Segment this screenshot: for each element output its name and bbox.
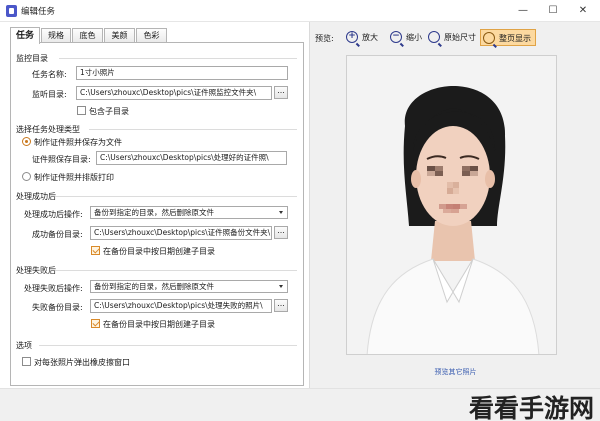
minus-glyph: − bbox=[392, 31, 400, 41]
layout-print-label: 制作证件照并排版打印 bbox=[34, 173, 114, 182]
zoom-out-label: 缩小 bbox=[406, 33, 422, 42]
divider bbox=[39, 345, 297, 346]
monitor-dir-browse-button[interactable]: ... bbox=[274, 86, 288, 99]
fail-backup-dir-label: 失败备份目录: bbox=[32, 303, 83, 312]
success-date-subdir-label: 在备份目录中按日期创建子目录 bbox=[103, 247, 215, 256]
include-subdir-label: 包含子目录 bbox=[89, 107, 129, 116]
tab-background[interactable]: 底色 bbox=[72, 28, 103, 43]
close-button[interactable]: ✕ bbox=[568, 1, 598, 21]
fail-backup-browse-button[interactable]: ... bbox=[274, 299, 288, 312]
fail-action-value: 备份到指定的目录，然后删除原文件 bbox=[94, 282, 214, 291]
minimize-button[interactable]: — bbox=[508, 1, 538, 21]
options-group-title: 选项 bbox=[16, 341, 32, 350]
task-name-label: 任务名称: bbox=[32, 70, 67, 79]
fail-date-subdir-checkbox[interactable] bbox=[91, 319, 100, 328]
chevron-down-icon bbox=[279, 285, 283, 288]
tab-color[interactable]: 色彩 bbox=[136, 28, 167, 43]
maximize-button[interactable]: ☐ bbox=[538, 1, 568, 21]
status-bar: 看看手游网 bbox=[0, 388, 600, 421]
tab-task[interactable]: 任务 bbox=[10, 27, 40, 44]
task-panel: 监控目录 任务名称: 1寸小照片 监听目录: C:\Users\zhouxc\D… bbox=[10, 42, 304, 386]
task-type-group-title: 选择任务处理类型 bbox=[16, 125, 80, 134]
fit-page-icon bbox=[483, 32, 495, 44]
task-name-input[interactable]: 1寸小照片 bbox=[76, 66, 288, 80]
fit-page-button[interactable]: 整页显示 bbox=[480, 29, 536, 46]
original-size-button[interactable]: 原始尺寸 bbox=[426, 29, 480, 46]
success-backup-dir-input[interactable]: C:\Users\zhouxc\Desktop\pics\证件照备份文件夹\ bbox=[90, 226, 272, 240]
preview-other-photos-link[interactable]: 预览其它照片 bbox=[310, 367, 600, 377]
chevron-down-icon bbox=[279, 211, 283, 214]
tab-beauty[interactable]: 美颜 bbox=[104, 28, 135, 43]
fail-backup-dir-input[interactable]: C:\Users\zhouxc\Desktop\pics\处理失败的照片\ bbox=[90, 299, 272, 313]
photo-preview bbox=[346, 55, 557, 355]
fit-page-label: 整页显示 bbox=[499, 34, 531, 43]
save-to-file-label: 制作证件照并保存为文件 bbox=[34, 138, 122, 147]
save-to-file-radio[interactable] bbox=[22, 137, 31, 146]
divider bbox=[55, 196, 297, 197]
fail-date-subdir-label: 在备份目录中按日期创建子目录 bbox=[103, 320, 215, 329]
preview-pane: 预览: + 放大 − 缩小 原始尺寸 整页显示 预览其它照片 bbox=[309, 22, 600, 388]
eraser-popup-checkbox[interactable] bbox=[22, 357, 31, 366]
include-subdir-checkbox[interactable] bbox=[77, 106, 86, 115]
success-backup-browse-button[interactable]: ... bbox=[274, 226, 288, 239]
search-icon bbox=[428, 31, 440, 43]
monitor-dir-label: 监听目录: bbox=[32, 90, 67, 99]
watermark-text: 看看手游网 bbox=[468, 394, 594, 421]
success-action-select[interactable]: 备份到指定的目录，然后删除原文件 bbox=[90, 206, 288, 219]
save-dir-label: 证件照保存目录: bbox=[32, 155, 91, 164]
layout-print-radio[interactable] bbox=[22, 172, 31, 181]
fail-group-title: 处理失败后 bbox=[16, 266, 56, 275]
save-dir-input[interactable]: C:\Users\zhouxc\Desktop\pics\处理好的证件照\ bbox=[96, 151, 287, 165]
zoom-in-label: 放大 bbox=[362, 33, 378, 42]
fail-action-label: 处理失败后操作: bbox=[24, 284, 83, 293]
success-group-title: 处理成功后 bbox=[16, 192, 56, 201]
divider bbox=[55, 270, 297, 271]
tab-spec[interactable]: 规格 bbox=[41, 28, 71, 43]
app-icon bbox=[6, 5, 17, 17]
zoom-in-button[interactable]: + 放大 bbox=[344, 29, 386, 46]
preview-toolbar: 预览: + 放大 − 缩小 原始尺寸 整页显示 bbox=[310, 22, 600, 50]
portrait-photo bbox=[347, 56, 556, 354]
monitor-dir-input[interactable]: C:\Users\zhouxc\Desktop\pics\证件照监控文件夹\ bbox=[76, 86, 272, 100]
settings-pane: 任务 规格 底色 美颜 色彩 监控目录 任务名称: 1寸小照片 监听目录: C:… bbox=[0, 22, 308, 388]
success-action-label: 处理成功后操作: bbox=[24, 210, 83, 219]
divider bbox=[89, 129, 297, 130]
preview-label: 预览: bbox=[315, 34, 334, 43]
success-date-subdir-checkbox[interactable] bbox=[91, 246, 100, 255]
eraser-popup-label: 对每张照片弹出橡皮擦窗口 bbox=[34, 358, 130, 367]
title-bar: 编辑任务 — ☐ ✕ bbox=[0, 0, 600, 22]
divider bbox=[59, 58, 297, 59]
original-size-label: 原始尺寸 bbox=[444, 33, 476, 42]
zoom-out-button[interactable]: − 缩小 bbox=[388, 29, 430, 46]
window-title: 编辑任务 bbox=[21, 7, 56, 17]
success-backup-dir-label: 成功备份目录: bbox=[32, 230, 83, 239]
monitor-group-title: 监控目录 bbox=[16, 54, 48, 63]
plus-glyph: + bbox=[348, 31, 356, 41]
success-action-value: 备份到指定的目录，然后删除原文件 bbox=[94, 208, 214, 217]
fail-action-select[interactable]: 备份到指定的目录，然后删除原文件 bbox=[90, 280, 288, 293]
